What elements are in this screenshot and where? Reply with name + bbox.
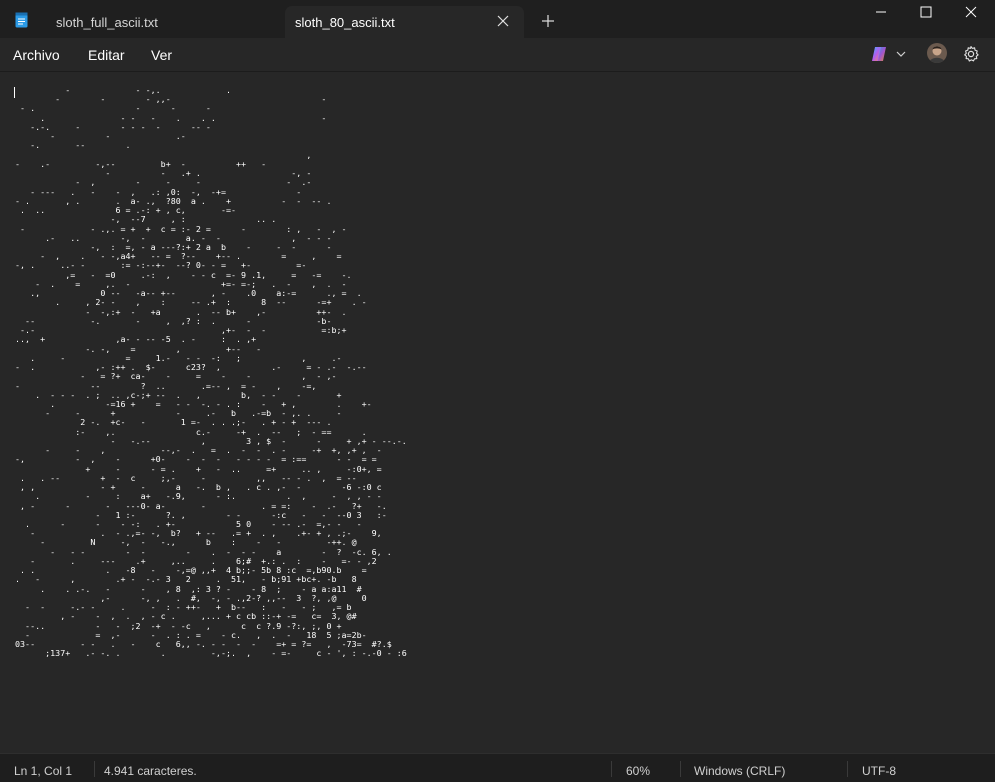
status-divider [611, 761, 612, 777]
menu-bar: Archivo Editar Ver [0, 38, 995, 72]
notepad-app-icon [15, 12, 28, 28]
tab-sloth-80-ascii[interactable]: sloth_80_ascii.txt [285, 6, 524, 38]
encoding[interactable]: UTF-8 [862, 764, 896, 778]
maximize-icon[interactable] [918, 4, 934, 20]
gear-icon[interactable] [962, 45, 980, 63]
avatar[interactable] [927, 43, 947, 63]
menu-ver[interactable]: Ver [151, 47, 172, 63]
chevron-down-icon[interactable] [896, 50, 906, 58]
notepad-window: sloth_full_ascii.txt sloth_80_ascii.txt … [0, 0, 995, 782]
close-tab-icon[interactable] [496, 14, 510, 28]
title-bar: sloth_full_ascii.txt sloth_80_ascii.txt [0, 0, 995, 38]
ascii-art-text: - - -,. . - - - ,,- - - . - - - . - - - … [15, 85, 407, 659]
menu-archivo[interactable]: Archivo [13, 47, 60, 63]
tab-label: sloth_full_ascii.txt [56, 14, 158, 30]
line-ending[interactable]: Windows (CRLF) [694, 764, 785, 778]
status-divider [94, 761, 95, 777]
status-divider [680, 761, 681, 777]
tab-label: sloth_80_ascii.txt [295, 14, 395, 30]
tab-sloth-full-ascii[interactable]: sloth_full_ascii.txt [40, 6, 284, 38]
character-count: 4.941 caracteres. [104, 764, 197, 778]
close-window-icon[interactable] [963, 4, 979, 20]
text-editor-area[interactable]: - - -,. . - - - ,,- - - . - - - . - - - … [0, 72, 995, 753]
status-bar: Ln 1, Col 1 4.941 caracteres. 60% Window… [0, 753, 995, 782]
status-divider [847, 761, 848, 777]
zoom-level[interactable]: 60% [626, 764, 650, 778]
copilot-icon[interactable] [870, 46, 888, 62]
minimize-icon[interactable] [873, 4, 889, 20]
menu-editar[interactable]: Editar [88, 47, 125, 63]
new-tab-icon[interactable] [541, 14, 555, 28]
cursor-position[interactable]: Ln 1, Col 1 [14, 764, 72, 778]
